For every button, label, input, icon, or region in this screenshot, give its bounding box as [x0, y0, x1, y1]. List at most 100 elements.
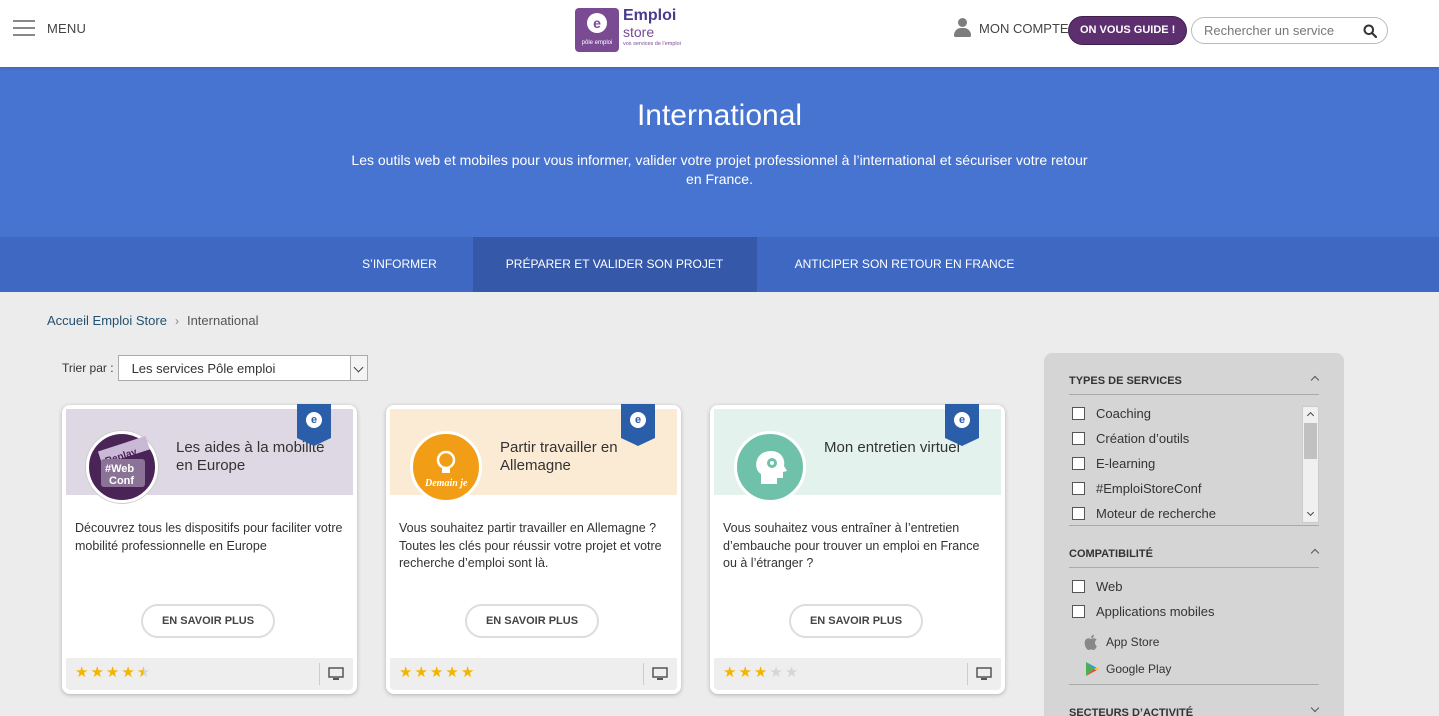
monitor-icon: [328, 667, 344, 680]
filter-option-emploistoreconf[interactable]: #EmploiStoreConf: [1072, 481, 1202, 496]
half-star-icon: ★: [136, 664, 151, 681]
page-title: International: [636, 99, 803, 132]
hamburger-icon: [13, 20, 35, 36]
breadcrumb-current: International: [186, 313, 259, 328]
svg-text:Conf: Conf: [109, 475, 134, 487]
card-footer: ★ ★ ★ ★ ★: [714, 658, 1001, 690]
pole-emploi-logo-icon: e pôle emploi: [575, 8, 619, 52]
pole-emploi-badge-icon: e: [945, 404, 979, 446]
rating-stars: ★ ★ ★ ★ ★: [75, 665, 152, 681]
sort-control: Trier par : Les services Pôle emploi: [62, 355, 368, 381]
logo-product: store: [623, 24, 655, 40]
head-gear-icon: [734, 431, 806, 503]
site-header: MENU e pôle emploi Emploi store vos serv…: [0, 0, 1439, 67]
service-card[interactable]: Replay #Web Conf Les aides à la mobilité…: [62, 404, 357, 694]
filter-option-google-play[interactable]: Google Play: [1084, 661, 1171, 677]
card-header: Replay #Web Conf Les aides à la mobilité…: [66, 404, 353, 503]
card-description: Vous souhaitez partir travailler en Alle…: [399, 521, 662, 570]
checkbox[interactable]: [1072, 580, 1085, 593]
search-icon[interactable]: [1363, 24, 1377, 38]
filter-option-app-store[interactable]: App Store: [1084, 634, 1159, 650]
monitor-icon: [652, 667, 668, 680]
breadcrumb-home-link[interactable]: Accueil Emploi Store: [47, 313, 167, 328]
filter-title-types[interactable]: TYPES DE SERVICES: [1069, 375, 1182, 387]
monitor-icon: [976, 667, 992, 680]
scroll-down-icon[interactable]: [1303, 507, 1318, 522]
card-description: Vous souhaitez vous entraîner à l’entret…: [723, 521, 980, 570]
checkbox[interactable]: [1072, 605, 1085, 618]
google-play-icon: [1086, 662, 1099, 676]
filter-option-coaching[interactable]: Coaching: [1072, 406, 1151, 421]
scroll-up-icon[interactable]: [1303, 407, 1318, 422]
page-subtitle: Les outils web et mobiles pour vous info…: [351, 152, 1088, 187]
sort-selected-value: Les services Pôle emploi: [131, 361, 276, 376]
filter-option-mobile-apps[interactable]: Applications mobiles: [1072, 604, 1215, 619]
filter-option-creation-outils[interactable]: Création d’outils: [1072, 431, 1189, 446]
search-input[interactable]: [1204, 23, 1354, 38]
chevron-down-icon: [349, 356, 367, 380]
filter-title-sectors[interactable]: SECTEURS D’ACTIVITÉ: [1069, 707, 1193, 716]
tab-s-informer[interactable]: S’INFORMER: [327, 237, 473, 292]
service-card[interactable]: Demain je Partir travailler en Allemagne…: [386, 404, 681, 694]
user-icon: [953, 18, 971, 38]
pole-emploi-badge-icon: e: [621, 404, 655, 446]
star-icon: ★: [738, 664, 752, 681]
chevron-up-icon[interactable]: [1311, 547, 1319, 555]
star-icon: ★: [723, 664, 737, 681]
card-footer: ★ ★ ★ ★ ★: [66, 658, 353, 690]
logo-brand: Emploi: [623, 7, 677, 24]
chevron-down-icon[interactable]: [1311, 705, 1319, 713]
filter-option-e-learning[interactable]: E-learning: [1072, 456, 1155, 471]
card-header: Demain je Partir travailler en Allemagne…: [390, 404, 677, 503]
apple-icon: [1084, 634, 1097, 650]
rating-stars: ★ ★ ★ ★ ★: [399, 665, 476, 681]
breadcrumb-chevron-icon: ›: [174, 313, 179, 328]
star-icon: ★: [75, 664, 89, 681]
svg-text:Demain je: Demain je: [424, 478, 468, 489]
search-box: [1191, 17, 1388, 44]
chevron-up-icon[interactable]: [1311, 374, 1319, 382]
star-empty-icon: ★: [784, 664, 799, 681]
star-icon: ★: [429, 664, 444, 681]
service-card[interactable]: Mon entretien virtuel e Vous souhaitez v…: [710, 404, 1005, 694]
filters-sidebar: TYPES DE SERVICES Coaching Création d’ou…: [1044, 353, 1344, 716]
learn-more-button[interactable]: EN SAVOIR PLUS: [465, 604, 599, 638]
filter-option-moteur-recherche[interactable]: Moteur de recherche: [1072, 506, 1216, 521]
account-label: MON COMPTE: [979, 20, 1069, 36]
pole-emploi-badge-icon: e: [297, 404, 331, 446]
rating-stars: ★ ★ ★ ★ ★: [723, 665, 800, 681]
checkbox[interactable]: [1072, 407, 1085, 420]
learn-more-button[interactable]: EN SAVOIR PLUS: [141, 604, 275, 638]
filter-option-web[interactable]: Web: [1072, 579, 1123, 594]
star-icon: ★: [414, 664, 428, 681]
star-empty-icon: ★: [769, 664, 783, 681]
menu-label: MENU: [47, 20, 87, 36]
breadcrumb: Accueil Emploi Store › International: [47, 313, 259, 328]
checkbox[interactable]: [1072, 432, 1085, 445]
emploi-store-logo[interactable]: e pôle emploi Emploi store vos services …: [575, 8, 681, 52]
star-icon: ★: [105, 664, 120, 681]
guide-button[interactable]: ON VOUS GUIDE !: [1069, 17, 1187, 44]
category-tabs: S’INFORMER PRÉPARER ET VALIDER SON PROJE…: [0, 237, 1439, 292]
checkbox[interactable]: [1072, 457, 1085, 470]
my-account-link[interactable]: MON COMPTE: [953, 18, 1069, 38]
logo-tagline: vos services de l'emploi: [623, 41, 681, 47]
filter-list-scrollbar[interactable]: [1302, 406, 1319, 523]
scrollbar-thumb[interactable]: [1304, 423, 1317, 459]
checkbox[interactable]: [1072, 482, 1085, 495]
star-icon: ★: [460, 664, 475, 681]
lightbulb-icon: Demain je: [410, 431, 482, 503]
star-icon: ★: [753, 664, 768, 681]
sort-select[interactable]: Les services Pôle emploi: [117, 355, 368, 381]
card-footer: ★ ★ ★ ★ ★: [390, 658, 677, 690]
menu-button[interactable]: MENU: [13, 20, 86, 36]
tab-anticiper-retour[interactable]: ANTICIPER SON RETOUR EN FRANCE: [757, 237, 1053, 292]
svg-text:#Web: #Web: [105, 463, 134, 475]
star-icon: ★: [399, 664, 413, 681]
tab-preparer-valider[interactable]: PRÉPARER ET VALIDER SON PROJET: [472, 237, 757, 292]
learn-more-button[interactable]: EN SAVOIR PLUS: [789, 604, 923, 638]
sort-label: Trier par :: [62, 361, 114, 375]
filter-title-compat[interactable]: COMPATIBILITÉ: [1069, 548, 1153, 560]
checkbox[interactable]: [1072, 507, 1085, 520]
hero-banner: International Les outils web et mobiles …: [0, 67, 1439, 237]
